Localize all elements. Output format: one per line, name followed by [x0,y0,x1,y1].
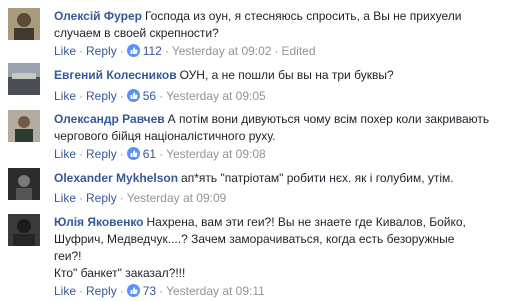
timestamp[interactable]: Yesterday at 09:11 [166,284,265,298]
timestamp[interactable]: Yesterday at 09:02 [172,44,272,58]
avatar[interactable] [8,110,40,142]
comment-actions: Like · Reply · 73 · Yesterday at 09:11 [54,284,265,298]
avatar[interactable] [8,8,40,40]
comment-body: Юлія Яковенко Нахрена, вам эти геи?! Вы н… [54,214,504,282]
comment-actions: Like · Reply · Yesterday at 09:09 [54,191,227,205]
like-button[interactable]: Like [54,147,76,161]
timestamp[interactable]: Yesterday at 09:09 [127,191,227,205]
reply-button[interactable]: Reply [86,44,117,58]
comment-actions: Like · Reply · 56 · Yesterday at 09:05 [54,89,266,103]
thumbs-up-icon [126,44,140,57]
comment-body: Олексій Фурер Господа из оун, я стесняюсь… [54,8,504,42]
comment-text: Господа из оун, я стесняюсь спросить, а … [144,9,462,23]
comment-author[interactable]: Олександр Равчев [54,112,165,126]
like-count[interactable]: 112 [143,44,162,58]
comment-author[interactable]: Евгений Колесников [54,68,177,82]
edited-label[interactable]: Edited [281,44,315,58]
comment-actions: Like · Reply · 112 · Yesterday at 09:02 · Edited [54,44,316,58]
like-count[interactable]: 61 [143,147,156,161]
like-button[interactable]: Like [54,44,76,58]
like-count[interactable]: 56 [143,89,156,103]
comment-text: Шуфрич, Медведчук....? Зачем заморачиват… [54,232,455,246]
comment-text: Кто" банкет" заказал?!!! [54,266,186,280]
avatar[interactable] [8,63,40,95]
comment-text: чергового бійця націоналістичного руху. [54,129,276,143]
thumbs-up-icon [126,89,140,102]
comment-text: А потім вони дивуються чому всім похер к… [167,112,490,126]
reply-button[interactable]: Reply [86,191,117,205]
comment-text: случаем в своей скрепности? [54,26,219,40]
timestamp[interactable]: Yesterday at 09:08 [166,147,266,161]
comment-text: ап*ять "патріотам" робити нєх. як і голу… [181,171,454,185]
reply-button[interactable]: Reply [86,89,117,103]
like-button[interactable]: Like [54,284,76,298]
like-button[interactable]: Like [54,191,76,205]
thumbs-up-icon [126,147,140,160]
comment-actions: Like · Reply · 61 · Yesterday at 09:08 [54,147,266,161]
reply-button[interactable]: Reply [86,147,117,161]
comment-author[interactable]: Юлія Яковенко [54,215,144,229]
like-button[interactable]: Like [54,89,76,103]
comment-author[interactable]: Olexander Mykhelson [54,171,178,185]
like-count[interactable]: 73 [143,284,156,298]
comment-text: ОУН, а не пошли бы вы на три буквы? [179,68,394,82]
thumbs-up-icon [126,284,140,297]
comment-body: Евгений Колесников ОУН, а не пошли бы вы … [54,67,504,84]
comment-text: Нахрена, вам эти геи?! Вы не знаете где … [146,215,466,229]
comment-body: Olexander Mykhelson ап*ять "патріотам" ро… [54,170,504,187]
timestamp[interactable]: Yesterday at 09:05 [166,89,266,103]
comment-author[interactable]: Олексій Фурер [54,9,142,23]
avatar[interactable] [8,214,40,246]
avatar[interactable] [8,168,40,200]
reply-button[interactable]: Reply [86,284,117,298]
comment-text: геи?! [54,249,82,263]
comment-body: Олександр Равчев А потім вони дивуються ч… [54,111,504,145]
